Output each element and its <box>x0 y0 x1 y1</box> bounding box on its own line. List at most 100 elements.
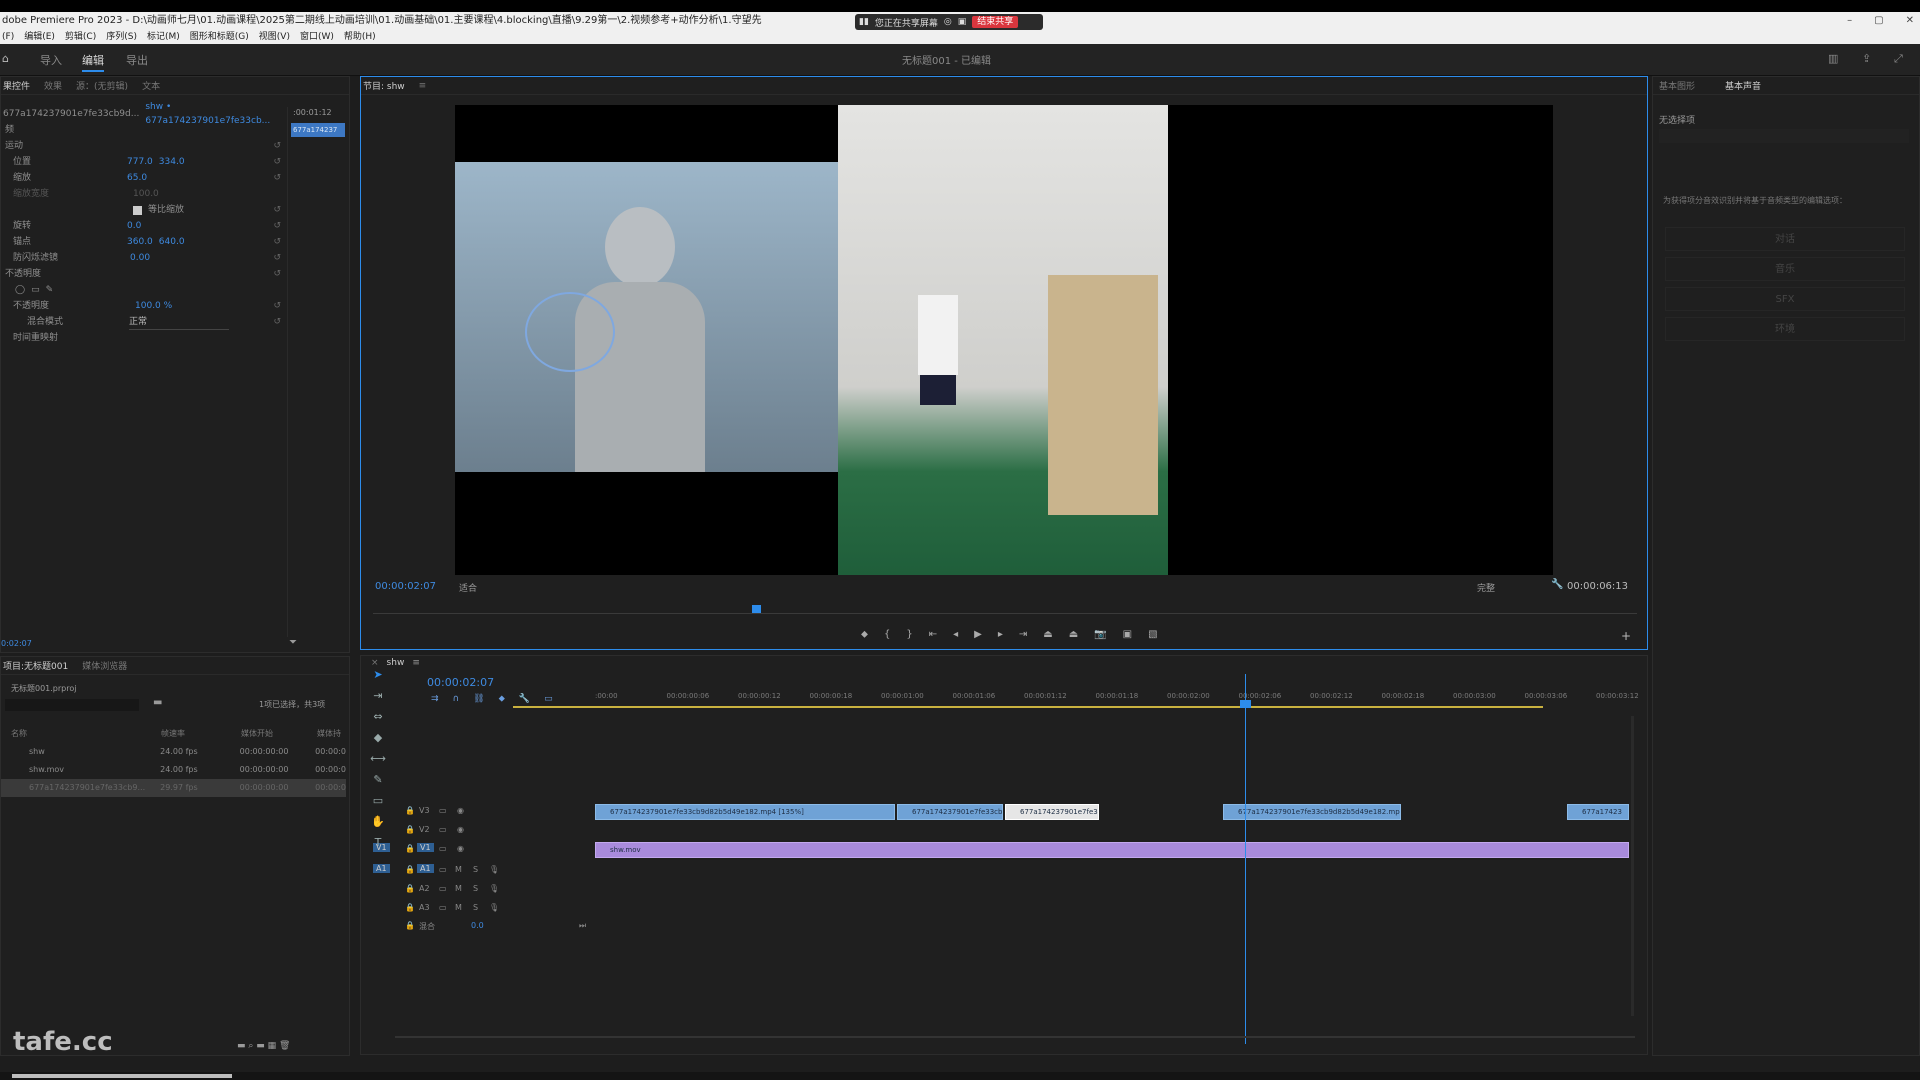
anchor-x[interactable]: 360.0 <box>127 235 153 249</box>
workspaces-icon[interactable]: ▥ <box>1828 52 1838 65</box>
slip-tool-icon[interactable]: ⟷ <box>370 752 386 765</box>
tab-program[interactable]: 节目: shw <box>363 79 405 92</box>
mute-button[interactable]: M <box>455 903 462 912</box>
track-sync-icon[interactable]: ▭ <box>439 884 447 893</box>
track-lock-icon[interactable]: 🔒 <box>405 865 415 874</box>
track-lock-icon[interactable]: 🔒 <box>405 884 415 893</box>
rect-mask-icon[interactable]: ▭ <box>31 283 40 297</box>
go-to-in-icon[interactable]: ⇤ <box>929 629 937 640</box>
track-sync-icon[interactable]: ▭ <box>439 825 447 834</box>
track-select-icon[interactable]: ⇥ <box>373 689 382 702</box>
menu-sequence[interactable]: 序列(S) <box>106 30 137 44</box>
mic-icon[interactable]: 🎙 <box>489 865 499 874</box>
menu-help[interactable]: 帮助(H) <box>344 30 376 44</box>
solo-button[interactable]: S <box>473 865 478 874</box>
mute-button[interactable]: M <box>455 884 462 893</box>
mic-icon[interactable]: 🎙 <box>489 884 499 893</box>
menu-window[interactable]: 窗口(W) <box>300 30 334 44</box>
project-row[interactable]: shw 24.00 fps 00:00:00:00 00:00:0 <box>1 743 346 761</box>
col-fps[interactable]: 帧速率 <box>161 725 241 743</box>
source-patch-a1[interactable]: A1 <box>373 864 390 873</box>
reset-icon[interactable]: ↺ <box>273 219 281 233</box>
rotation-value[interactable]: 0.0 <box>127 219 141 233</box>
mark-out-icon[interactable]: } <box>906 629 912 640</box>
project-search-input[interactable] <box>5 699 139 711</box>
antiflicker-value[interactable]: 0.00 <box>130 251 150 265</box>
share-icon[interactable]: ⇪ <box>1862 52 1871 65</box>
program-menu-icon[interactable]: ≡ <box>419 81 427 91</box>
new-bin-icon[interactable]: ▬ <box>153 697 162 708</box>
reset-icon[interactable]: ↺ <box>273 139 281 153</box>
scale-value[interactable]: 65.0 <box>127 171 147 185</box>
anchor-y[interactable]: 640.0 <box>159 235 185 249</box>
project-row-selected[interactable]: 677a174237901e7fe33cb9... 29.97 fps 00:0… <box>1 779 346 797</box>
mix-end-icon[interactable]: ⏭ <box>579 921 586 931</box>
filter-icon[interactable]: ⏷ <box>289 637 297 648</box>
position-x[interactable]: 777.0 <box>127 155 153 169</box>
tab-text[interactable]: 文本 <box>142 79 160 92</box>
music-button[interactable]: 音乐 <box>1665 257 1905 281</box>
menu-file[interactable]: (F) <box>2 30 14 44</box>
export-frame-icon[interactable]: 📷 <box>1094 629 1106 640</box>
tab-effect-controls[interactable]: 果控件 <box>3 79 30 92</box>
reset-icon[interactable]: ↺ <box>273 155 281 169</box>
tab-source[interactable]: 源：(无剪辑) <box>76 79 128 92</box>
compare-icon[interactable]: ▣ <box>1123 629 1132 640</box>
opacity-value[interactable]: 100.0 % <box>135 299 172 313</box>
sfx-button[interactable]: SFX <box>1665 287 1905 311</box>
track-lock-icon[interactable]: 🔒 <box>405 903 415 912</box>
solo-button[interactable]: S <box>473 884 478 893</box>
tab-import[interactable]: 导入 <box>40 52 62 68</box>
track-lock-icon[interactable]: 🔒 <box>405 825 415 834</box>
razor-tool-icon[interactable]: ◆ <box>374 731 382 744</box>
tab-media-browser[interactable]: 媒体浏览器 <box>82 659 127 672</box>
reset-icon[interactable]: ↺ <box>273 235 281 249</box>
reset-icon[interactable]: ↺ <box>273 267 281 281</box>
mic-icon[interactable]: 🎙 <box>489 903 499 912</box>
go-to-out-icon[interactable]: ⇥ <box>1019 629 1027 640</box>
menu-markers[interactable]: 标记(M) <box>147 30 180 44</box>
type-tool-icon[interactable]: T <box>375 836 382 849</box>
selection-tool-icon[interactable]: ➤ <box>373 668 382 681</box>
horizontal-zoom-bar[interactable] <box>395 1036 1635 1038</box>
reset-icon[interactable]: ↺ <box>273 315 281 329</box>
ellipse-mask-icon[interactable]: ◯ <box>15 283 25 297</box>
timeline-scrollbar[interactable] <box>1631 716 1634 1016</box>
stop-share-button[interactable]: 结束共享 <box>972 16 1019 28</box>
play-icon[interactable]: ▶ <box>974 629 982 640</box>
eye-icon[interactable]: ◉ <box>457 844 464 853</box>
tab-effects[interactable]: 效果 <box>44 79 62 92</box>
eye-icon[interactable]: ◉ <box>457 825 464 834</box>
fullscreen-icon[interactable]: ⤢ <box>1894 52 1903 66</box>
col-start[interactable]: 媒体开始 <box>241 725 317 743</box>
pen-tool-icon[interactable]: ✎ <box>373 773 382 786</box>
record-icon[interactable]: ◎ <box>944 17 952 27</box>
motion-section[interactable]: 运动 ↺ <box>5 139 285 153</box>
program-playhead[interactable] <box>752 605 762 613</box>
track-sync-icon[interactable]: ▭ <box>439 903 447 912</box>
maximize-button[interactable]: ▢ <box>1874 12 1883 30</box>
mix-value[interactable]: 0.0 <box>471 921 484 930</box>
share-screen-icon[interactable]: ▣ <box>958 17 967 27</box>
program-scrubber[interactable] <box>373 613 1637 614</box>
hand-tool-icon[interactable]: ✋ <box>371 815 385 828</box>
ripple-edit-icon[interactable]: ⇔ <box>373 710 382 723</box>
clip-v1[interactable]: shw.mov <box>595 842 1629 858</box>
reset-icon[interactable]: ↺ <box>273 251 281 265</box>
work-area-bar[interactable] <box>513 706 1543 708</box>
solo-button[interactable]: S <box>473 903 478 912</box>
menu-graphics[interactable]: 图形和标题(G) <box>190 30 249 44</box>
blend-select[interactable]: 正常 <box>129 315 230 330</box>
clip-v3[interactable]: 677a174237901e7fe33cb9d82b5d49e182.mp4 [… <box>595 804 895 820</box>
track-label-v1[interactable]: V1 <box>417 843 434 852</box>
uniform-scale-checkbox[interactable] <box>133 205 142 215</box>
vr-icon[interactable]: ▧ <box>1148 629 1157 640</box>
mute-button[interactable]: M <box>455 865 462 874</box>
position-y[interactable]: 334.0 <box>159 155 185 169</box>
eye-icon[interactable]: ◉ <box>457 806 464 815</box>
add-button-icon[interactable]: + <box>1621 629 1631 643</box>
reset-icon[interactable]: ↺ <box>273 299 281 313</box>
clip-v3[interactable]: 677a174237901e7fe33cb9d82b5d49e182.mp4 <box>1223 804 1401 820</box>
tab-project[interactable]: 项目:无标题001 <box>3 659 68 672</box>
timeline-playhead[interactable] <box>1240 700 1251 708</box>
